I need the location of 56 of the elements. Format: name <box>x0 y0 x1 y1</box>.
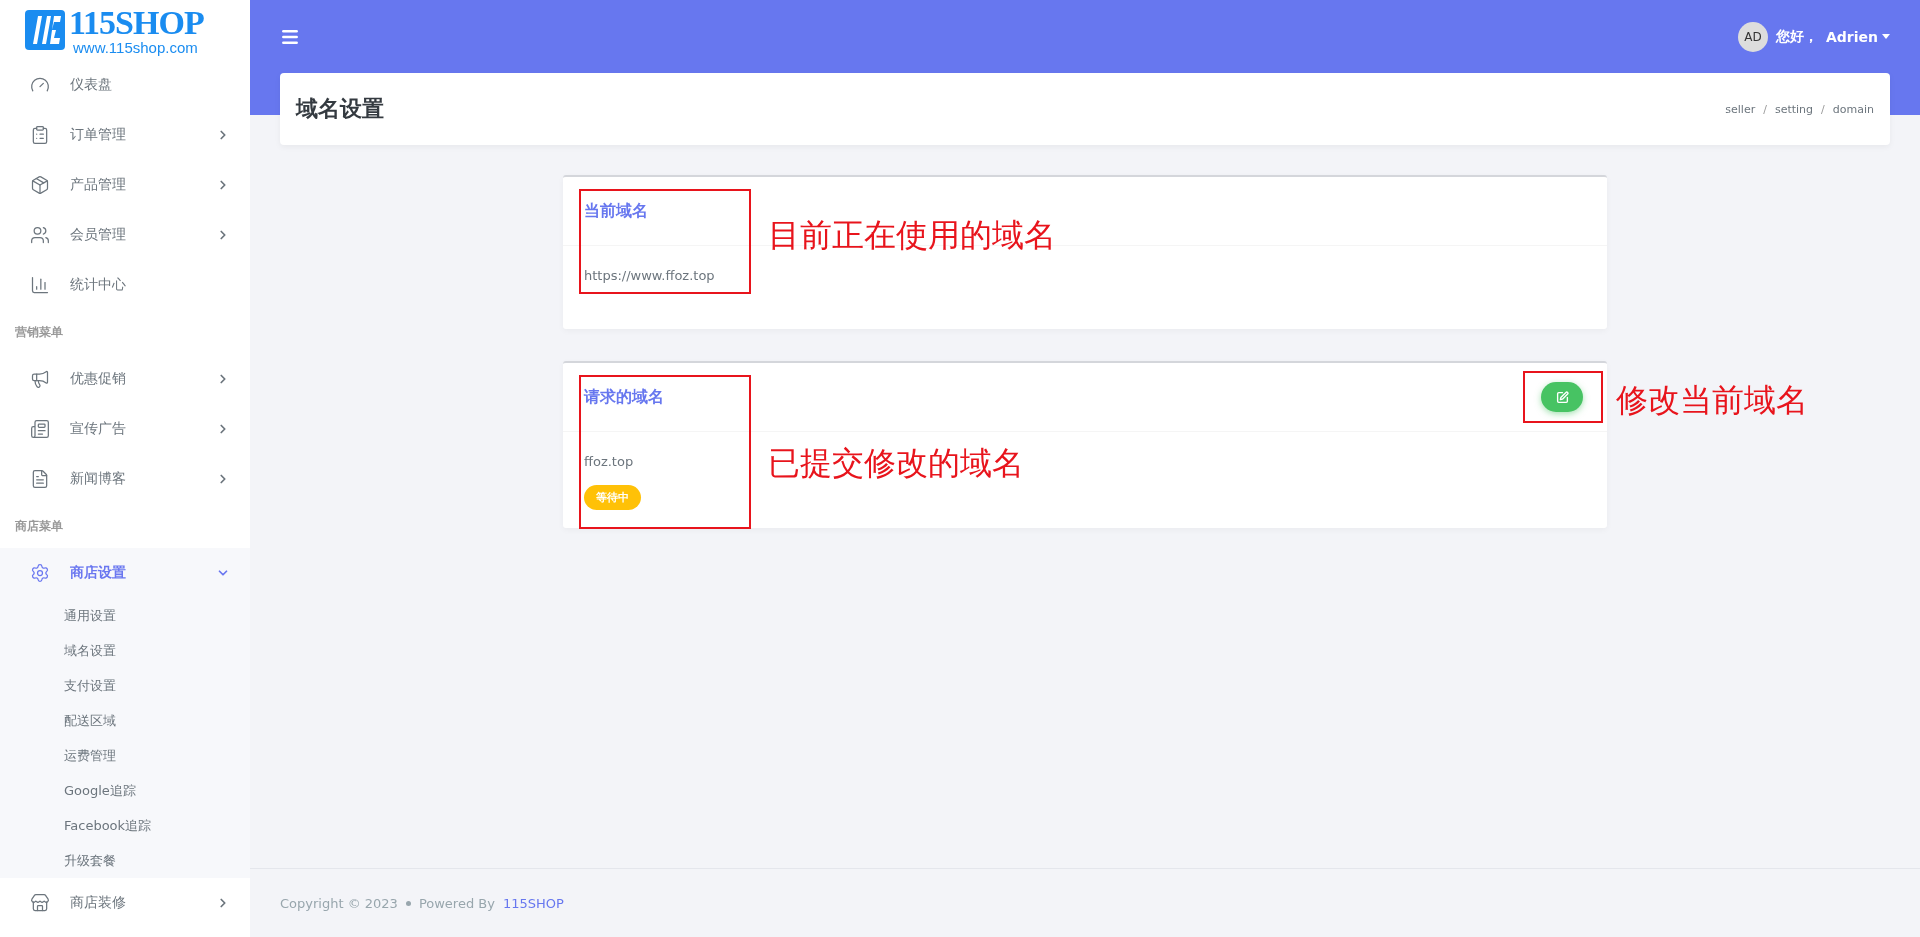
menu-heading: 商店菜单 <box>14 517 64 535</box>
annotation-text: 目前正在使用的域名 <box>768 219 1056 251</box>
package-icon <box>30 175 50 195</box>
sidebar-item[interactable]: 优惠促销 <box>0 354 250 404</box>
sidebar-item[interactable]: 仪表盘 <box>0 60 250 110</box>
newspaper-icon <box>30 419 50 439</box>
annotation-text: 已提交修改的域名 <box>768 447 1024 479</box>
sidebar-item[interactable]: 产品管理 <box>0 160 250 210</box>
chart-icon <box>30 275 50 295</box>
breadcrumb-item[interactable]: setting <box>1774 102 1814 116</box>
page-title: 域名设置 <box>296 95 384 123</box>
greeting: 您好， <box>1775 27 1818 46</box>
megaphone-icon <box>30 369 50 389</box>
users-icon <box>30 225 50 245</box>
user-menu[interactable]: Adrien <box>1825 28 1878 45</box>
domain-value: https://www.ffoz.top <box>584 268 715 283</box>
annotation-text: 修改当前域名 <box>1616 384 1808 416</box>
sidebar-item[interactable]: 商店装修 <box>0 878 250 928</box>
card-title: 当前域名 <box>584 200 648 222</box>
status-badge: 等待中 <box>584 485 641 510</box>
submenu-item[interactable]: 支付设置 <box>0 668 250 703</box>
submenu-item[interactable]: Google追踪 <box>0 773 250 808</box>
submenu-item[interactable]: 配送区域 <box>0 703 250 738</box>
copyright-text: Copyright © 2023 <box>280 895 398 911</box>
separator-dot <box>405 900 411 906</box>
sidebar-item[interactable]: 宣传广告 <box>0 404 250 454</box>
edit-icon <box>1555 390 1569 404</box>
avatar: AD <box>1737 21 1768 52</box>
edit-button[interactable] <box>1541 382 1583 412</box>
logo-text: 115SHOP <box>69 5 204 40</box>
breadcrumb-separator: / <box>1763 102 1767 116</box>
settings-icon <box>30 563 50 583</box>
breadcrumb-item[interactable]: domain <box>1832 102 1874 116</box>
sidebar-item[interactable]: 会员管理 <box>0 210 250 260</box>
submenu-item[interactable]: Facebook追踪 <box>0 808 250 843</box>
submenu-item[interactable]: 运费管理 <box>0 738 250 773</box>
menu-heading: 营销菜单 <box>14 323 64 341</box>
caret-icon[interactable] <box>1882 34 1890 39</box>
submenu-item[interactable]: 通用设置 <box>0 598 250 633</box>
sidebar-item[interactable]: 统计中心 <box>0 260 250 310</box>
logo-url: www.115shop.com <box>73 39 199 55</box>
breadcrumb-item[interactable]: seller <box>1725 102 1756 116</box>
logo-icon <box>25 10 65 50</box>
clipboard-icon <box>30 125 50 145</box>
store-icon <box>30 893 50 913</box>
submenu-item[interactable]: 域名设置 <box>0 633 250 668</box>
powered-by-text: Powered By <box>418 895 495 911</box>
brand-link[interactable]: 115SHOP <box>502 895 564 911</box>
domain-value: ffoz.top <box>584 454 634 469</box>
sidebar-item[interactable]: 订单管理 <box>0 110 250 160</box>
document-icon <box>30 469 50 489</box>
breadcrumb-separator: / <box>1821 102 1825 116</box>
sidebar-item[interactable]: 新闻博客 <box>0 454 250 504</box>
sidebar-item[interactable]: 商店设置 <box>0 548 250 598</box>
submenu-item[interactable]: 升级套餐 <box>0 843 250 878</box>
card-title: 请求的域名 <box>584 386 664 408</box>
